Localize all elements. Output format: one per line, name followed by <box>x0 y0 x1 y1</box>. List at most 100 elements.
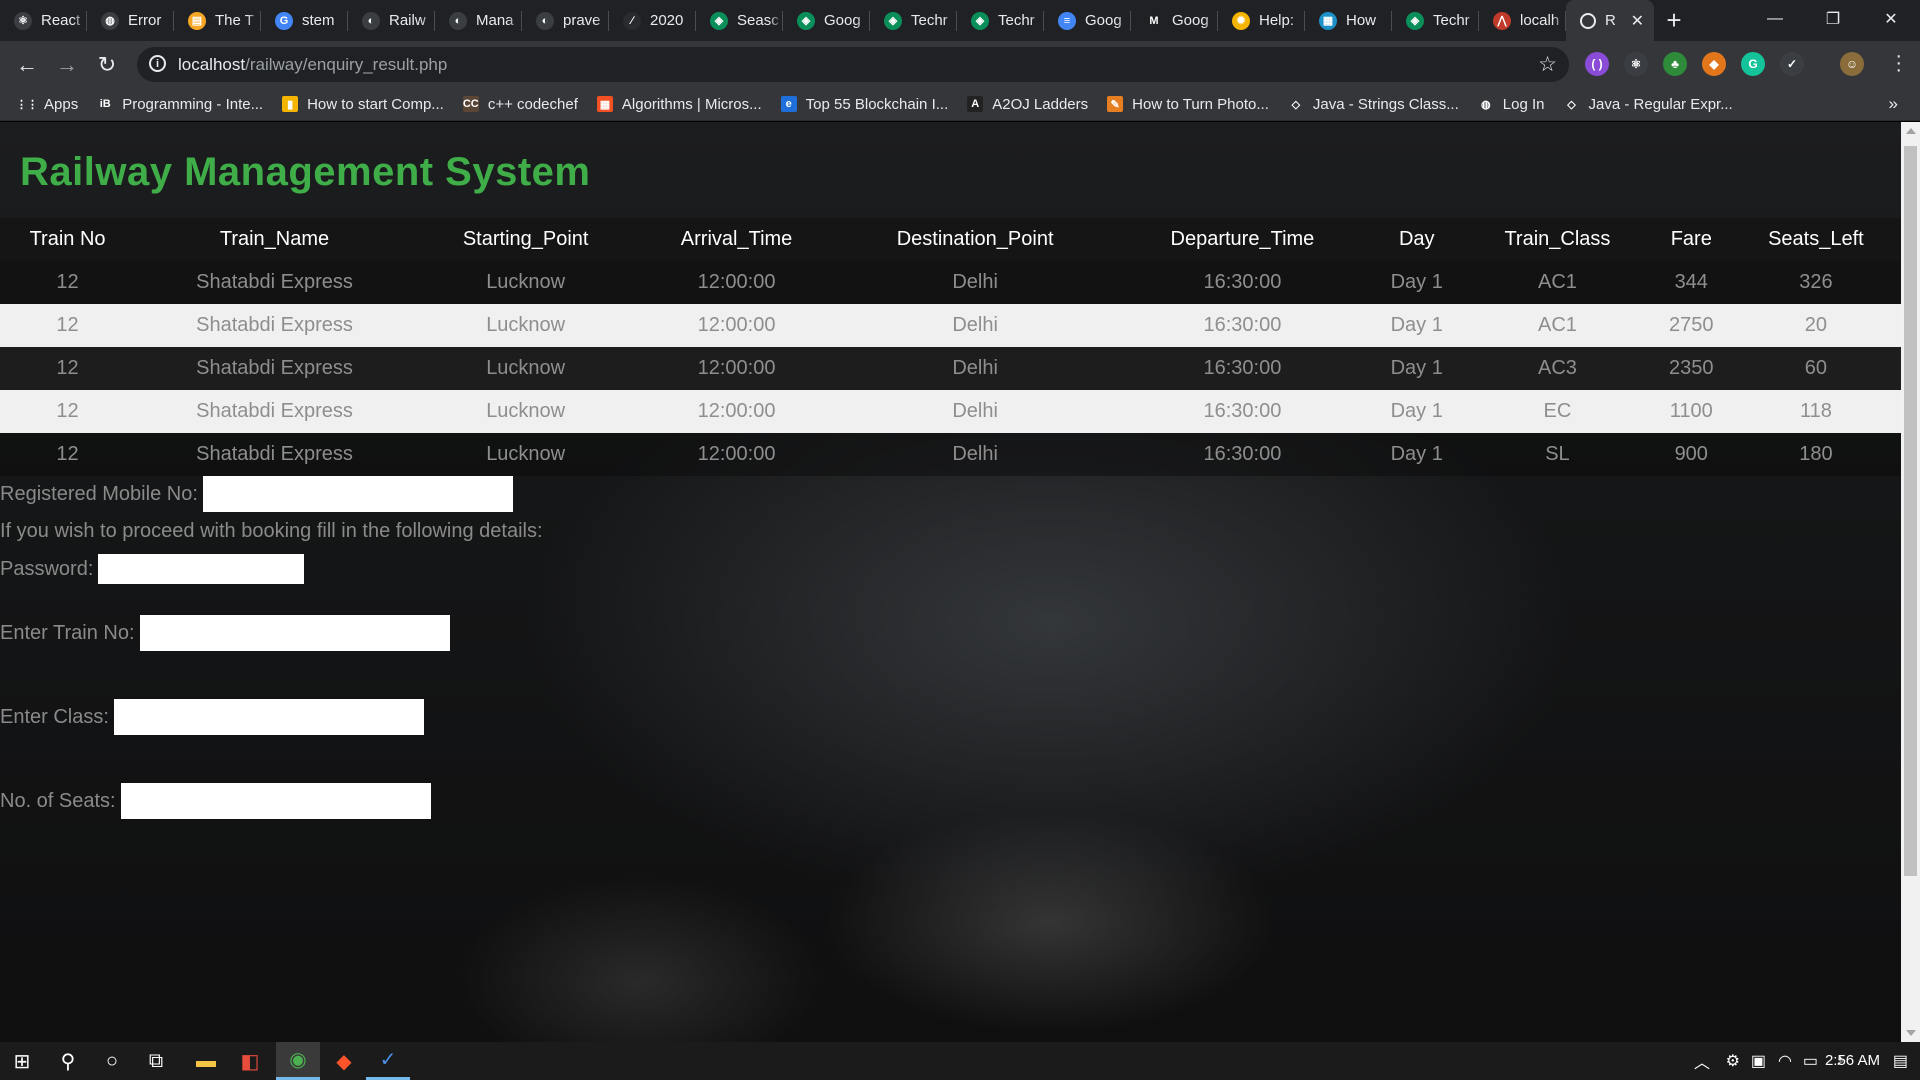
tab-favicon-icon: ≡ <box>1058 11 1076 30</box>
file-explorer-icon[interactable]: ▬ <box>184 1042 228 1080</box>
bookmarks-overflow-icon[interactable]: » <box>1889 94 1898 114</box>
tab[interactable]: ◈ Techr <box>1392 0 1479 41</box>
table-row: 12 Shatabdi Express Lucknow 12:00:00 Delhi 16… <box>0 390 1901 433</box>
battery-icon[interactable]: ▭ <box>1803 1042 1818 1080</box>
bookmark-item[interactable]: CC c++ codechef <box>462 96 578 113</box>
table-cell: 16:30:00 <box>1114 261 1371 304</box>
close-window-button[interactable]: ✕ <box>1862 0 1920 38</box>
bookmark-icon: ◇ <box>1563 96 1580 112</box>
network-icon[interactable]: ⚙ <box>1726 1042 1740 1080</box>
task-app-icon[interactable]: ✓ <box>366 1042 410 1080</box>
table-cell: 344 <box>1651 261 1731 304</box>
wifi-icon[interactable]: ◠ <box>1778 1042 1792 1080</box>
tab[interactable]: ◈ Techr <box>870 0 957 41</box>
back-button[interactable]: ← <box>13 51 41 79</box>
address-bar[interactable]: i localhost/railway/enquiry_result.php ☆ <box>137 47 1569 82</box>
mobile-input[interactable] <box>202 476 513 512</box>
scroll-down-icon[interactable] <box>1906 1030 1916 1036</box>
tab[interactable]: ✹ Help: <box>1218 0 1305 41</box>
tab[interactable]: ▦ How <box>1305 0 1392 41</box>
display-icon[interactable]: ▣ <box>1751 1042 1766 1080</box>
reload-button[interactable]: ↻ <box>93 51 121 79</box>
tab-active[interactable]: R ✕ <box>1566 0 1654 41</box>
minimize-button[interactable]: — <box>1746 0 1804 38</box>
tab[interactable]: ◈ Goog <box>783 0 870 41</box>
tab[interactable]: Gstem <box>261 0 348 41</box>
bracket-extension-icon[interactable]: ( ) <box>1585 52 1609 76</box>
bookmark-item[interactable]: ✎ How to Turn Photo... <box>1107 96 1269 113</box>
scroll-up-icon[interactable] <box>1906 128 1916 134</box>
scroll-thumb[interactable] <box>1904 146 1917 876</box>
react-devtools-icon[interactable]: ⚛ <box>1624 52 1648 76</box>
column-header: Seats_Left <box>1730 218 1901 261</box>
grammarly-icon[interactable]: G <box>1741 52 1765 76</box>
bookmark-item[interactable]: ▮ How to start Comp... <box>282 96 444 113</box>
bookmark-icon: A <box>967 96 984 112</box>
windows-taskbar: ⊞ ⚲ ○ ⧉ ▬ ◧ ◉ ◆ ✓ ︿ ⚙ ▣ ◠ ▭ ♪ 2:56 AM ▤ <box>0 1042 1920 1080</box>
password-input[interactable] <box>98 554 305 584</box>
tab[interactable]: ◐ Railw <box>348 0 435 41</box>
column-header: Destination_Point <box>835 218 1115 261</box>
start-button[interactable]: ⊞ <box>0 1042 44 1080</box>
mobile-row: Registered Mobile No: <box>0 476 513 512</box>
tab[interactable]: ∕ 2020 <box>609 0 696 41</box>
table-cell: 12 <box>0 433 136 476</box>
cortana-icon[interactable]: ○ <box>90 1042 134 1080</box>
restore-button[interactable]: ❐ <box>1804 0 1862 38</box>
tab[interactable]: ◐ Mana <box>435 0 522 41</box>
table-cell: Lucknow <box>413 433 638 476</box>
tab[interactable]: M Goog <box>1131 0 1218 41</box>
search-icon[interactable]: ⚲ <box>46 1042 90 1080</box>
new-tab-button[interactable]: + <box>1654 0 1694 41</box>
table-cell: Shatabdi Express <box>135 304 414 347</box>
table-cell: 16:30:00 <box>1114 390 1371 433</box>
close-tab-icon[interactable]: ✕ <box>1631 11 1644 31</box>
class-input[interactable] <box>113 699 424 735</box>
url-path: /railway/enquiry_result.php <box>245 55 448 74</box>
metamask-icon[interactable]: ◆ <box>1702 52 1726 76</box>
tab[interactable]: ▤ The T <box>174 0 261 41</box>
url-text[interactable]: localhost/railway/enquiry_result.php <box>178 55 447 75</box>
tab[interactable]: ⚛ React <box>0 0 87 41</box>
bookmark-star-icon[interactable]: ☆ <box>1538 52 1557 77</box>
page-scrollbar[interactable] <box>1901 122 1920 1042</box>
site-info-icon[interactable]: i <box>149 55 166 72</box>
chrome-icon[interactable]: ◉ <box>276 1042 320 1080</box>
bookmark-item[interactable]: iB Programming - Inte... <box>97 96 263 113</box>
tree-extension-icon[interactable]: ♣ <box>1663 52 1687 76</box>
tab[interactable]: ≡ Goog <box>1044 0 1131 41</box>
bookmark-item[interactable]: ▦ Algorithms | Micros... <box>596 96 762 113</box>
seats-row: No. of Seats: <box>0 783 431 819</box>
brave-icon[interactable]: ◆ <box>322 1042 366 1080</box>
bookmark-item[interactable]: ◍ Log In <box>1477 96 1545 113</box>
tab-favicon-icon: ◈ <box>710 11 728 30</box>
bookmark-item[interactable]: e Top 55 Blockchain I... <box>780 96 948 113</box>
browser-menu-icon[interactable]: · · · <box>1895 46 1902 80</box>
tab-title: Railw <box>389 12 426 29</box>
office-icon[interactable]: ◧ <box>228 1042 272 1080</box>
tab-title: prave <box>563 12 601 29</box>
bookmark-item[interactable]: ◇ Java - Strings Class... <box>1287 96 1459 113</box>
task-view-icon[interactable]: ⧉ <box>134 1042 178 1080</box>
clock[interactable]: 2:56 AM <box>1825 1052 1880 1069</box>
bookmark-item[interactable]: ⋮⋮ Apps <box>16 96 78 113</box>
tab[interactable]: ⋀ localh <box>1479 0 1566 41</box>
tab[interactable]: ◐ prave <box>522 0 609 41</box>
column-header: Train No <box>0 218 136 261</box>
url-host: localhost <box>178 55 246 74</box>
seats-input[interactable] <box>120 783 431 819</box>
forward-button[interactable]: → <box>53 51 81 79</box>
tray-overflow-icon[interactable]: ︿ <box>1694 1042 1710 1080</box>
table-cell: 2350 <box>1651 347 1731 390</box>
bookmark-item[interactable]: ◇ Java - Regular Expr... <box>1563 96 1733 113</box>
train-no-input[interactable] <box>139 615 450 651</box>
profile-avatar[interactable]: ☺ <box>1840 52 1864 76</box>
column-header: Train_Class <box>1463 218 1652 261</box>
bookmark-item[interactable]: A A2OJ Ladders <box>967 96 1088 113</box>
task-checker-icon[interactable]: ✓ <box>1780 52 1804 76</box>
tab[interactable]: ◍ Error <box>87 0 174 41</box>
notifications-icon[interactable]: ▤ <box>1893 1042 1908 1080</box>
table-row: 12 Shatabdi Express Lucknow 12:00:00 Delhi 16… <box>0 433 1901 476</box>
tab[interactable]: ◈ Techr <box>957 0 1044 41</box>
tab[interactable]: ◈ Seasc <box>696 0 783 41</box>
